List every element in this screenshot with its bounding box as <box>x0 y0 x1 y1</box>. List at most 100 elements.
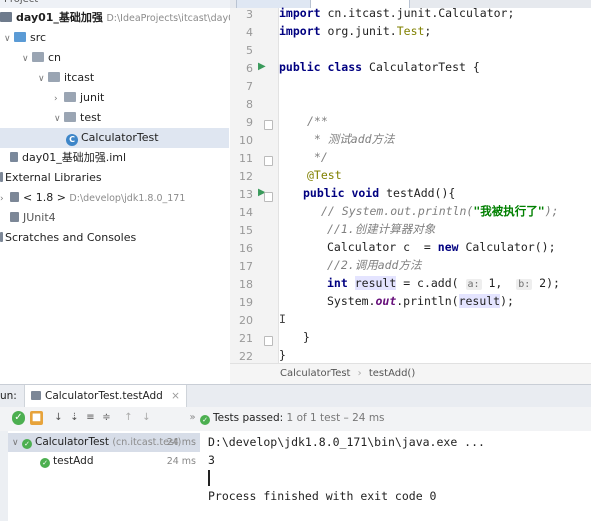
chevron-down-icon[interactable]: ∨ <box>12 434 22 453</box>
test-results-tree: ∨ ✓ CalculatorTest (cn.itcast.test) 24 ms … <box>8 431 201 521</box>
library-icon <box>10 212 19 222</box>
package-icon <box>32 52 44 62</box>
run-gutter-icon[interactable]: ▶ <box>258 61 266 72</box>
line-number: 16 <box>239 242 253 255</box>
code-token: new <box>437 240 459 254</box>
tree-item-label: itcast <box>64 71 95 84</box>
breadcrumb: CalculatorTest › testAdd() <box>230 363 591 384</box>
check-icon[interactable]: ✓ <box>12 411 25 425</box>
line-number: 20 <box>239 314 253 327</box>
sort-alpha-icon[interactable]: ↓ <box>52 411 65 425</box>
prev-icon[interactable]: ↑ <box>122 411 135 425</box>
close-icon[interactable]: × <box>171 390 180 402</box>
fold-icon[interactable] <box>264 336 273 346</box>
chevron-down-icon[interactable]: ∨ <box>4 29 14 49</box>
code-token: result <box>354 276 397 290</box>
collapse-all-icon[interactable]: ≑ <box>100 411 113 425</box>
tree-item-external-libraries[interactable]: External Libraries <box>0 168 102 188</box>
tree-item-test[interactable]: ∨ test <box>54 108 101 128</box>
code-token: Test <box>396 24 425 38</box>
code-token: Calculator(); <box>458 240 556 254</box>
code-line: System.out.println(result); <box>327 292 514 310</box>
chevron-down-icon[interactable]: ∨ <box>54 109 64 129</box>
tree-item-cn[interactable]: ∨ cn <box>22 48 61 68</box>
tree-item-label: Scratches and Consoles <box>5 231 137 244</box>
chevron-right-icon: › <box>357 368 362 379</box>
fold-icon[interactable] <box>264 156 273 166</box>
library-icon <box>0 172 3 182</box>
test-name: testAdd <box>53 455 94 467</box>
breadcrumb-item[interactable]: testAdd() <box>369 368 415 379</box>
tree-item-label: test <box>80 111 102 124</box>
test-duration: 24 ms <box>166 456 196 467</box>
sort-duration-icon[interactable]: ⇣ <box>68 411 81 425</box>
line-number: 9 <box>246 116 253 129</box>
code-line: public class CalculatorTest { <box>279 58 480 76</box>
run-config-icon <box>31 391 41 400</box>
line-number: 6 <box>246 62 253 75</box>
line-number: 12 <box>239 170 253 183</box>
chevron-right-icon[interactable]: › <box>0 189 10 209</box>
run-tool-label: un: <box>0 390 17 402</box>
tree-item-label: junit <box>80 91 105 104</box>
tree-item-jdk[interactable]: › < 1.8 > D:\develop\jdk1.8.0_171 <box>0 188 185 208</box>
console-line: 3 <box>208 453 215 467</box>
stop-icon[interactable]: ■ <box>30 411 43 425</box>
tree-item-itcast[interactable]: ∨ itcast <box>38 68 94 88</box>
test-status: ✓ Tests passed: 1 of 1 test – 24 ms <box>200 411 385 426</box>
code-line: Calculator c = new Calculator(); <box>327 238 556 256</box>
line-number: 22 <box>239 350 253 363</box>
console-output[interactable]: D:\develop\jdk1.8.0_171\bin\java.exe ...… <box>200 431 591 521</box>
code-token: import <box>279 24 321 38</box>
code-editor[interactable]: import cn.itcast.junit.Calculator; impor… <box>279 6 591 363</box>
status-label: Tests passed: <box>213 412 284 424</box>
tree-item-label: day01_基础加强 <box>16 11 103 24</box>
test-case-row[interactable]: ✓ testAdd 24 ms <box>8 452 200 471</box>
folder-icon <box>14 32 26 42</box>
jdk-icon <box>10 192 19 202</box>
code-line: */ <box>307 150 328 164</box>
line-number: 18 <box>239 278 253 291</box>
code-token: result <box>458 294 501 308</box>
breadcrumb-item[interactable]: CalculatorTest <box>280 368 350 379</box>
tree-item-label: CalculatorTest <box>81 131 159 144</box>
line-number: 10 <box>239 134 253 147</box>
code-token: testAdd(){ <box>379 186 456 200</box>
param-hint: b: <box>516 279 533 290</box>
code-line: import org.junit.Test; <box>279 22 431 40</box>
code-token: ); <box>500 294 514 308</box>
tree-item-label: day01_基础加强.iml <box>22 151 127 164</box>
tree-item-label: JUnit4 <box>23 211 56 224</box>
chevron-down-icon[interactable]: ∨ <box>22 49 32 69</box>
test-suite-row[interactable]: ∨ ✓ CalculatorTest (cn.itcast.test) 24 ms <box>8 433 200 452</box>
fold-icon[interactable] <box>264 120 273 130</box>
run-toolbar: ✓ ■ ↓ ⇣ ≡ ≑ ↑ ↓ » ✓ Tests passed: 1 of 1 … <box>0 407 591 432</box>
chevron-down-icon[interactable]: ∨ <box>38 69 48 89</box>
tree-item-scratches[interactable]: Scratches and Consoles <box>0 228 136 248</box>
pass-icon: ✓ <box>40 458 50 468</box>
expand-all-icon[interactable]: ≡ <box>84 411 97 425</box>
chevron-right-icon[interactable]: › <box>54 89 64 109</box>
tab-run-calculatortest[interactable]: CalculatorTest.testAdd × <box>24 385 187 407</box>
text-cursor-icon: I <box>279 312 286 326</box>
project-label: Project <box>4 0 38 5</box>
tree-item-junit[interactable]: › junit <box>54 88 104 108</box>
line-number: 5 <box>246 44 253 57</box>
tree-item-src[interactable]: ∨ src <box>4 28 46 48</box>
module-icon <box>0 12 12 22</box>
code-line: public void testAdd(){ <box>303 184 455 202</box>
code-line: // System.out.println("我被执行了"); <box>321 202 559 220</box>
tab-label: CalculatorTest.testAdd <box>45 390 163 402</box>
code-token: out <box>375 294 397 308</box>
code-token: 2); <box>532 276 560 290</box>
code-line: //1.创建计算器对象 <box>327 222 436 236</box>
more-icon[interactable]: » <box>186 411 199 425</box>
console-line: Process finished with exit code 0 <box>208 489 437 503</box>
tree-item-calculatortest[interactable]: C CalculatorTest <box>0 128 229 148</box>
next-icon[interactable]: ↓ <box>140 411 153 425</box>
line-number: 3 <box>246 8 253 21</box>
fold-icon[interactable] <box>264 192 273 202</box>
code-token: Calculator c = <box>327 240 438 254</box>
tree-item-junit4[interactable]: JUnit4 <box>10 208 56 228</box>
tree-item-iml[interactable]: day01_基础加强.iml <box>10 148 126 168</box>
